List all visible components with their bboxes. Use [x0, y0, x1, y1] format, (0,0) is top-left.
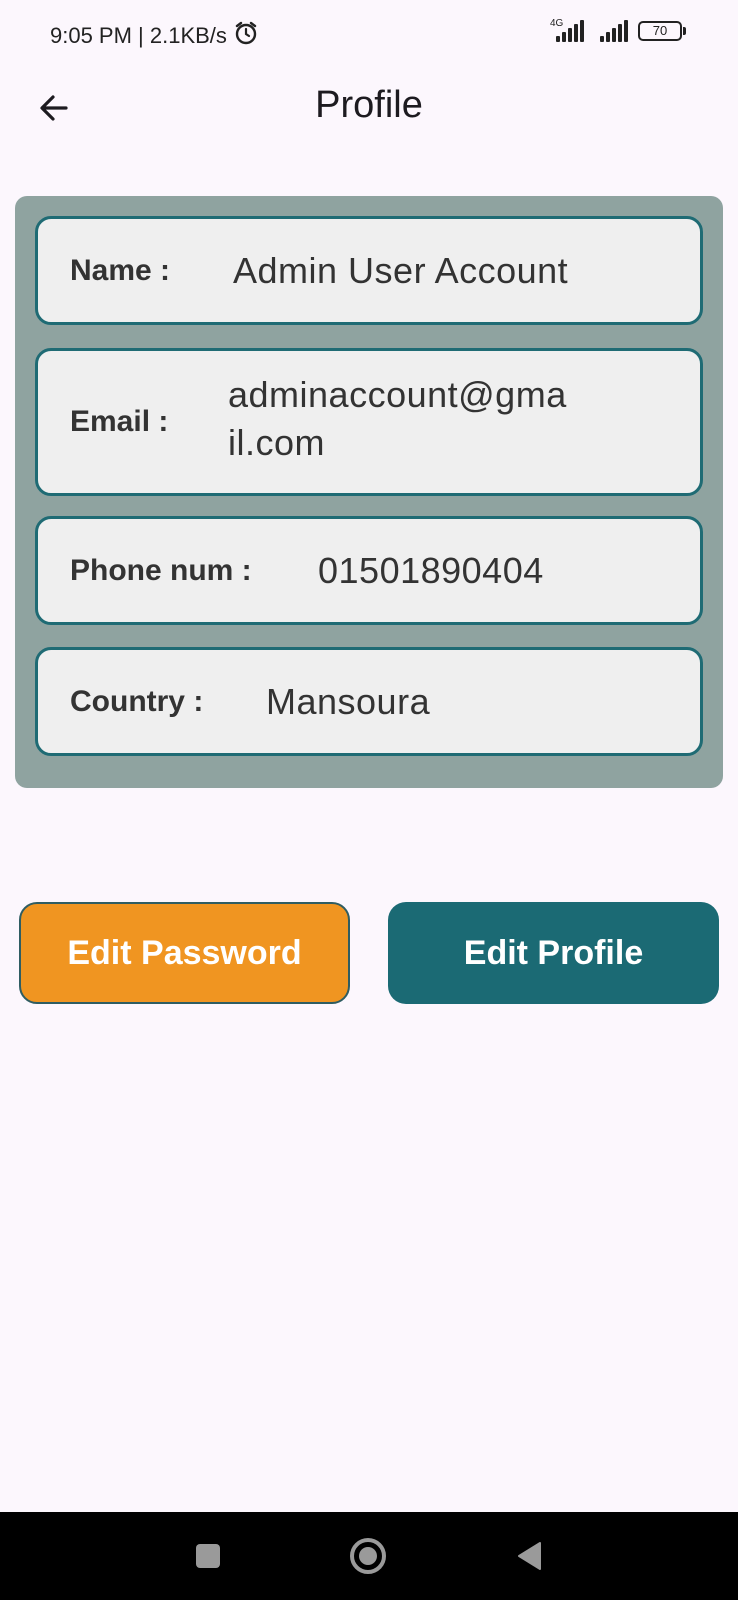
system-nav-bar — [0, 1512, 738, 1600]
page-title: Profile — [315, 84, 423, 126]
battery-level: 70 — [638, 21, 682, 41]
profile-card: Name : Admin User Account Email : admina… — [15, 196, 723, 788]
alarm-icon — [233, 20, 259, 52]
status-time-speed: 9:05 PM | 2.1KB/s — [50, 23, 227, 48]
edit-profile-button[interactable]: Edit Profile — [388, 902, 719, 1004]
back-triangle-icon — [518, 1542, 541, 1570]
network-label: 4G — [550, 18, 564, 29]
signal-4g-icon: 4G — [550, 18, 584, 42]
name-label: Name : — [70, 253, 171, 287]
country-value: Mansoura — [266, 680, 431, 722]
recents-square-icon — [196, 1544, 220, 1568]
home-circle-icon — [350, 1538, 386, 1574]
edit-password-button[interactable]: Edit Password — [19, 902, 350, 1004]
country-label: Country : — [70, 684, 204, 718]
phone-label: Phone num : — [70, 553, 252, 587]
email-field: Email : adminaccount@gma il.com — [35, 348, 703, 496]
home-button[interactable] — [346, 1534, 390, 1578]
status-left: 9:05 PM | 2.1KB/s — [50, 20, 259, 52]
email-label: Email : — [70, 405, 169, 438]
battery-icon: 70 — [638, 21, 686, 41]
phone-field: Phone num : 01501890404 — [35, 516, 703, 625]
country-field: Country : Mansoura — [35, 647, 703, 756]
phone-value: 01501890404 — [318, 549, 544, 591]
status-right: 4G 70 — [550, 18, 686, 42]
status-bar: 9:05 PM | 2.1KB/s 4G 70 — [0, 0, 738, 66]
name-field: Name : Admin User Account — [35, 216, 703, 325]
email-value-line1: adminaccount@gma — [228, 374, 567, 415]
email-value: adminaccount@gma il.com — [228, 374, 567, 464]
app-bar: Profile — [0, 66, 738, 146]
nav-back-button[interactable] — [508, 1534, 552, 1578]
name-value: Admin User Account — [233, 249, 569, 291]
recents-button[interactable] — [186, 1534, 230, 1578]
email-value-line2: il.com — [228, 422, 326, 463]
signal-icon — [594, 20, 628, 42]
